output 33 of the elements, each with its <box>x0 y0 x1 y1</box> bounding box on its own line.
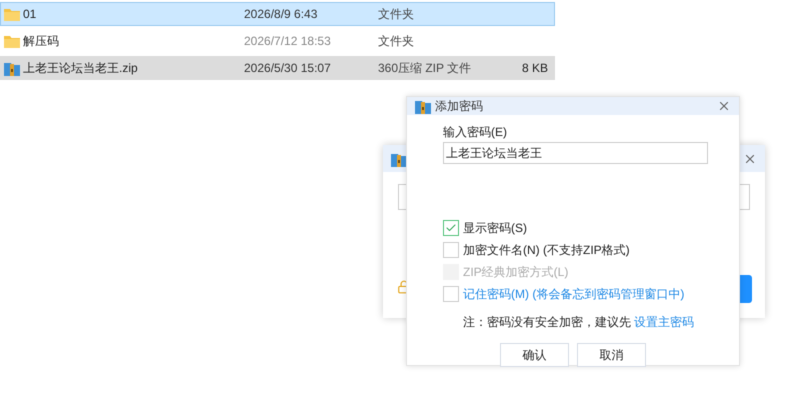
archive-icon <box>4 60 20 76</box>
option-label: 显示密码(S) <box>463 220 527 237</box>
note-text: 注：密码没有安全加密，建议先 <box>463 314 631 331</box>
dialog-title: 添加密码 <box>435 98 484 115</box>
option-label: 加密文件名(N) (不支持ZIP格式) <box>463 242 630 259</box>
file-row[interactable]: 上老王论坛当老王.zip 2026/5/30 15:07 360压缩 ZIP 文件 8 KB <box>0 56 555 80</box>
field-label: 输入密码(E) <box>443 124 508 141</box>
file-row[interactable]: 01 2026/8/9 6:43 文件夹 <box>0 2 555 26</box>
set-master-password-link[interactable]: 设置主密码 <box>634 313 694 331</box>
file-type: 360压缩 ZIP 文件 <box>378 60 472 77</box>
file-date: 2026/8/9 6:43 <box>244 6 318 23</box>
file-type: 文件夹 <box>378 33 415 50</box>
dialog-button[interactable]: 确认 <box>500 343 569 367</box>
password-field[interactable]: 上老王论坛当老王 <box>443 142 708 164</box>
checkbox[interactable] <box>443 220 459 236</box>
file-row[interactable]: 解压码 2026/7/12 18:53 文件夹 <box>0 29 555 53</box>
file-name: 上老王论坛当老王.zip <box>23 60 139 77</box>
archive-icon <box>415 98 431 114</box>
file-size: 8 KB <box>520 60 549 77</box>
file-date: 2026/7/12 18:53 <box>244 33 332 50</box>
checkbox[interactable] <box>443 242 459 258</box>
folder-icon <box>4 7 20 21</box>
file-type: 文件夹 <box>378 6 415 23</box>
option-label: ZIP经典加密方式(L) <box>463 264 568 281</box>
file-date: 2026/5/30 15:07 <box>244 60 332 77</box>
option-label: 记住密码(M) (将会备忘到密码管理窗口中) <box>463 286 684 303</box>
close-icon[interactable] <box>717 99 731 113</box>
file-name: 01 <box>23 6 38 23</box>
check-icon <box>445 222 457 234</box>
file-name: 解压码 <box>23 33 60 50</box>
checkbox[interactable] <box>443 286 459 302</box>
folder-icon <box>4 34 20 48</box>
dialog-button[interactable]: 取消 <box>577 343 646 367</box>
